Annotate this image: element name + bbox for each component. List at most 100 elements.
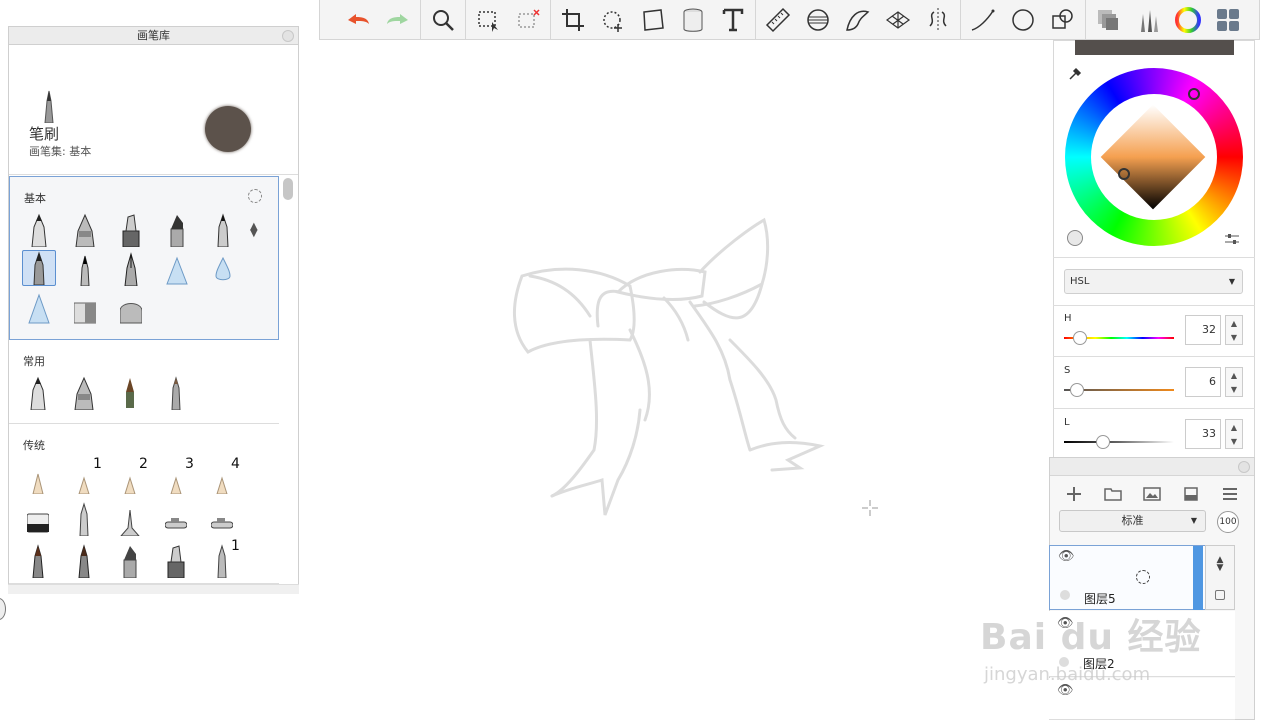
hue-knob[interactable] (1188, 88, 1200, 100)
color-history-icon[interactable] (1067, 230, 1083, 246)
ellipse-guide-icon[interactable] (798, 2, 838, 38)
brush-library-icon[interactable] (1128, 2, 1168, 38)
french-curve-icon[interactable] (838, 2, 878, 38)
section-label: 常用 (23, 355, 45, 368)
transform-icon[interactable] (593, 2, 633, 38)
close-icon[interactable] (282, 30, 294, 42)
brush-inkpen[interactable] (68, 211, 102, 247)
layers-icon[interactable] (1088, 2, 1128, 38)
brush-trad-flat[interactable] (113, 542, 147, 578)
brush-fine-tip[interactable] (68, 250, 102, 286)
stroke-icon[interactable] (963, 2, 1003, 38)
brush-trad-airbrush[interactable] (159, 500, 193, 536)
brush-drop[interactable] (206, 250, 240, 286)
brush-trad-eraser[interactable] (21, 500, 55, 536)
text-icon[interactable] (713, 2, 753, 38)
brush-pen[interactable] (206, 211, 240, 247)
lock-icon[interactable] (1215, 590, 1225, 600)
brush-trad-airbrush-2[interactable] (205, 500, 239, 536)
eye-icon[interactable]: 👁 (1057, 683, 1074, 698)
brush-list-scrollbar[interactable] (283, 178, 293, 200)
undo-icon[interactable] (338, 2, 378, 38)
color-settings-icon[interactable] (1225, 231, 1239, 245)
hue-stepper[interactable]: ▲ ▼ (1225, 315, 1243, 345)
divider (1053, 257, 1255, 258)
zoom-icon[interactable] (423, 2, 463, 38)
brush-set: 画笔集: 基本 (29, 145, 92, 158)
panel-resize-handle[interactable] (8, 584, 299, 594)
hue-input[interactable]: 32 (1185, 315, 1221, 345)
up-arrow-icon[interactable]: ▲ (1231, 319, 1237, 328)
brush-trad-oil-2[interactable] (67, 542, 101, 578)
clear-layer-icon[interactable] (1182, 485, 1200, 503)
brush-trad-pencil[interactable] (21, 458, 55, 494)
brush-common-pencil[interactable] (21, 374, 55, 410)
brush-nib[interactable] (114, 250, 148, 286)
divider (1053, 408, 1255, 409)
color-wheel-icon[interactable] (1168, 2, 1208, 38)
brush-common-inkpen[interactable] (67, 374, 101, 410)
symmetry-icon[interactable] (918, 2, 958, 38)
copy-icon[interactable] (1043, 2, 1083, 38)
brush-trad-oil[interactable] (21, 542, 55, 578)
redo-icon[interactable] (378, 2, 418, 38)
brush-trad-technical[interactable] (67, 500, 101, 536)
eyedropper-icon[interactable] (1068, 66, 1082, 80)
brush-trad-marker[interactable] (159, 542, 193, 578)
lightness-input[interactable]: 33 (1185, 419, 1221, 449)
brush-trad-needle[interactable] (113, 500, 147, 536)
section-basic: 基本 ▲ ▼ (9, 176, 279, 340)
saturation-knob[interactable] (1118, 168, 1130, 180)
brush-eraser-hard[interactable] (68, 289, 102, 325)
layer-radio[interactable] (1060, 590, 1070, 600)
blend-mode-select[interactable]: 标准 ▼ (1059, 510, 1206, 532)
lightness-slider-knob[interactable] (1096, 435, 1110, 449)
down-arrow-icon[interactable]: ▼ (1231, 385, 1237, 394)
crop-icon[interactable] (553, 2, 593, 38)
sort-icon[interactable]: ▲ ▼ (1206, 556, 1234, 573)
brush-selected[interactable] (22, 250, 56, 286)
brush-triangle[interactable] (22, 289, 56, 325)
up-arrow-icon[interactable]: ▲ (1231, 371, 1237, 380)
drawing-canvas[interactable] (300, 40, 1048, 720)
add-layer-icon[interactable] (1065, 485, 1083, 503)
down-arrow-icon[interactable]: ▼ (1231, 333, 1237, 342)
layer-group-icon[interactable] (1104, 485, 1122, 503)
brush-common-round[interactable] (159, 374, 193, 410)
brush-chisel[interactable] (160, 211, 194, 247)
fill-bucket-icon[interactable] (673, 2, 713, 38)
ruler-icon[interactable] (758, 2, 798, 38)
brush-number: 1 (231, 538, 240, 554)
perspective-icon[interactable] (878, 2, 918, 38)
brush-marker[interactable] (114, 211, 148, 247)
layer-opacity-bar[interactable] (1193, 546, 1203, 610)
layer-opacity-control[interactable]: 100 (1217, 511, 1239, 533)
brush-airbrush[interactable] (160, 250, 194, 286)
main-toolbar (319, 0, 1260, 40)
lightness-label: L (1064, 417, 1070, 428)
down-arrow-icon[interactable]: ▼ (1231, 437, 1237, 446)
rect-select-icon[interactable] (468, 2, 508, 38)
saturation-stepper[interactable]: ▲ ▼ (1225, 367, 1243, 397)
lightness-slider[interactable] (1064, 441, 1174, 443)
brush-pencil[interactable] (22, 211, 56, 247)
eye-icon[interactable]: 👁 (1058, 549, 1075, 564)
color-mode-select[interactable]: HSL ▼ (1064, 269, 1243, 294)
lasso-select-icon[interactable] (508, 2, 548, 38)
loading-icon (1136, 570, 1150, 584)
hue-slider-knob[interactable] (1073, 331, 1087, 345)
layer-menu-icon[interactable] (1221, 485, 1239, 503)
brush-eraser-soft[interactable] (114, 289, 148, 325)
close-icon[interactable] (1238, 461, 1250, 473)
distort-icon[interactable] (633, 2, 673, 38)
sort-icon[interactable]: ▲ ▼ (250, 222, 258, 239)
brush-common-paint[interactable] (113, 374, 147, 410)
add-image-icon[interactable] (1143, 485, 1161, 503)
lightness-stepper[interactable]: ▲ ▼ (1225, 419, 1243, 449)
palette-icon[interactable] (1208, 2, 1248, 38)
saturation-input[interactable]: 6 (1185, 367, 1221, 397)
saturation-slider-knob[interactable] (1070, 383, 1084, 397)
side-handle-icon[interactable] (0, 598, 6, 620)
shape-icon[interactable] (1003, 2, 1043, 38)
up-arrow-icon[interactable]: ▲ (1231, 423, 1237, 432)
